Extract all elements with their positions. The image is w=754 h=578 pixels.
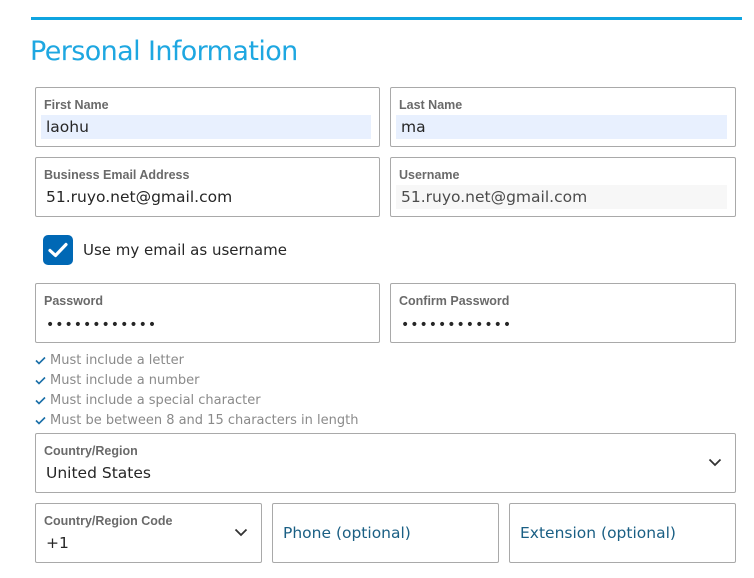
- personal-information-form: Personal Information First Name laohu La…: [0, 0, 754, 578]
- password-rule-text: Must include a special character: [50, 392, 261, 408]
- extension-field[interactable]: Extension (optional): [509, 503, 736, 563]
- phone-input[interactable]: Phone (optional): [283, 504, 411, 562]
- password-rule-text: Must include a number: [50, 372, 200, 388]
- email-input[interactable]: 51.ruyo.net@gmail.com: [41, 185, 371, 209]
- phone-field[interactable]: Phone (optional): [272, 503, 499, 563]
- password-requirements: Must include a letter Must include a num…: [35, 350, 358, 430]
- extension-input[interactable]: Extension (optional): [520, 504, 676, 562]
- confirm-password-field[interactable]: Confirm Password ••••••••••••: [390, 283, 736, 343]
- check-icon: [35, 376, 46, 385]
- password-rule: Must include a letter: [35, 350, 358, 370]
- email-field[interactable]: Business Email Address 51.ruyo.net@gmail…: [35, 157, 380, 217]
- country-value: United States: [46, 464, 151, 482]
- last-name-input[interactable]: ma: [396, 115, 727, 139]
- country-label: Country/Region: [44, 444, 138, 458]
- username-label: Username: [399, 168, 460, 182]
- check-icon: [35, 416, 46, 425]
- password-rule-text: Must include a letter: [50, 352, 184, 368]
- use-email-checkbox[interactable]: [43, 235, 73, 265]
- last-name-field[interactable]: Last Name ma: [390, 87, 736, 147]
- country-code-label: Country/Region Code: [44, 514, 173, 528]
- password-rule: Must include a special character: [35, 390, 358, 410]
- country-select[interactable]: Country/Region United States: [35, 433, 736, 493]
- password-field[interactable]: Password ••••••••••••: [35, 283, 380, 343]
- chevron-down-icon: [234, 528, 248, 537]
- password-rule-text: Must be between 8 and 15 characters in l…: [50, 412, 359, 428]
- username-input: 51.ruyo.net@gmail.com: [396, 185, 727, 209]
- confirm-password-label: Confirm Password: [399, 294, 510, 308]
- confirm-password-input[interactable]: ••••••••••••: [396, 313, 727, 337]
- password-rule: Must be between 8 and 15 characters in l…: [35, 410, 358, 430]
- checkmark-icon: [48, 242, 68, 258]
- first-name-field[interactable]: First Name laohu: [35, 87, 380, 147]
- check-icon: [35, 396, 46, 405]
- username-field: Username 51.ruyo.net@gmail.com: [390, 157, 736, 217]
- first-name-input[interactable]: laohu: [41, 115, 371, 139]
- password-input[interactable]: ••••••••••••: [41, 313, 371, 337]
- use-email-checkbox-label: Use my email as username: [83, 241, 287, 259]
- use-email-as-username[interactable]: Use my email as username: [43, 235, 287, 265]
- check-icon: [35, 356, 46, 365]
- chevron-down-icon: [708, 458, 722, 467]
- country-code-value: +1: [46, 534, 69, 552]
- section-divider: [31, 17, 742, 20]
- last-name-label: Last Name: [399, 98, 463, 112]
- section-title: Personal Information: [30, 36, 298, 67]
- email-label: Business Email Address: [44, 168, 190, 182]
- password-rule: Must include a number: [35, 370, 358, 390]
- country-code-select[interactable]: Country/Region Code +1: [35, 503, 262, 563]
- password-label: Password: [44, 294, 104, 308]
- first-name-label: First Name: [44, 98, 109, 112]
